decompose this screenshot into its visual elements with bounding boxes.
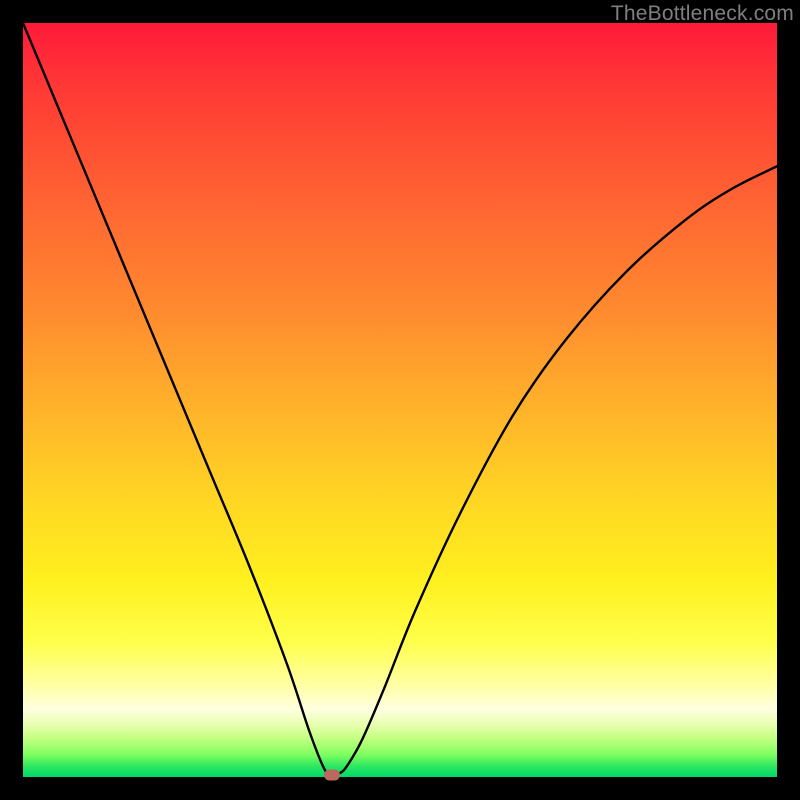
optimal-marker	[324, 769, 340, 780]
watermark-text: TheBottleneck.com	[611, 2, 794, 26]
chart-frame: TheBottleneck.com	[0, 0, 800, 800]
bottleneck-curve	[23, 23, 777, 777]
plot-area	[23, 23, 777, 777]
